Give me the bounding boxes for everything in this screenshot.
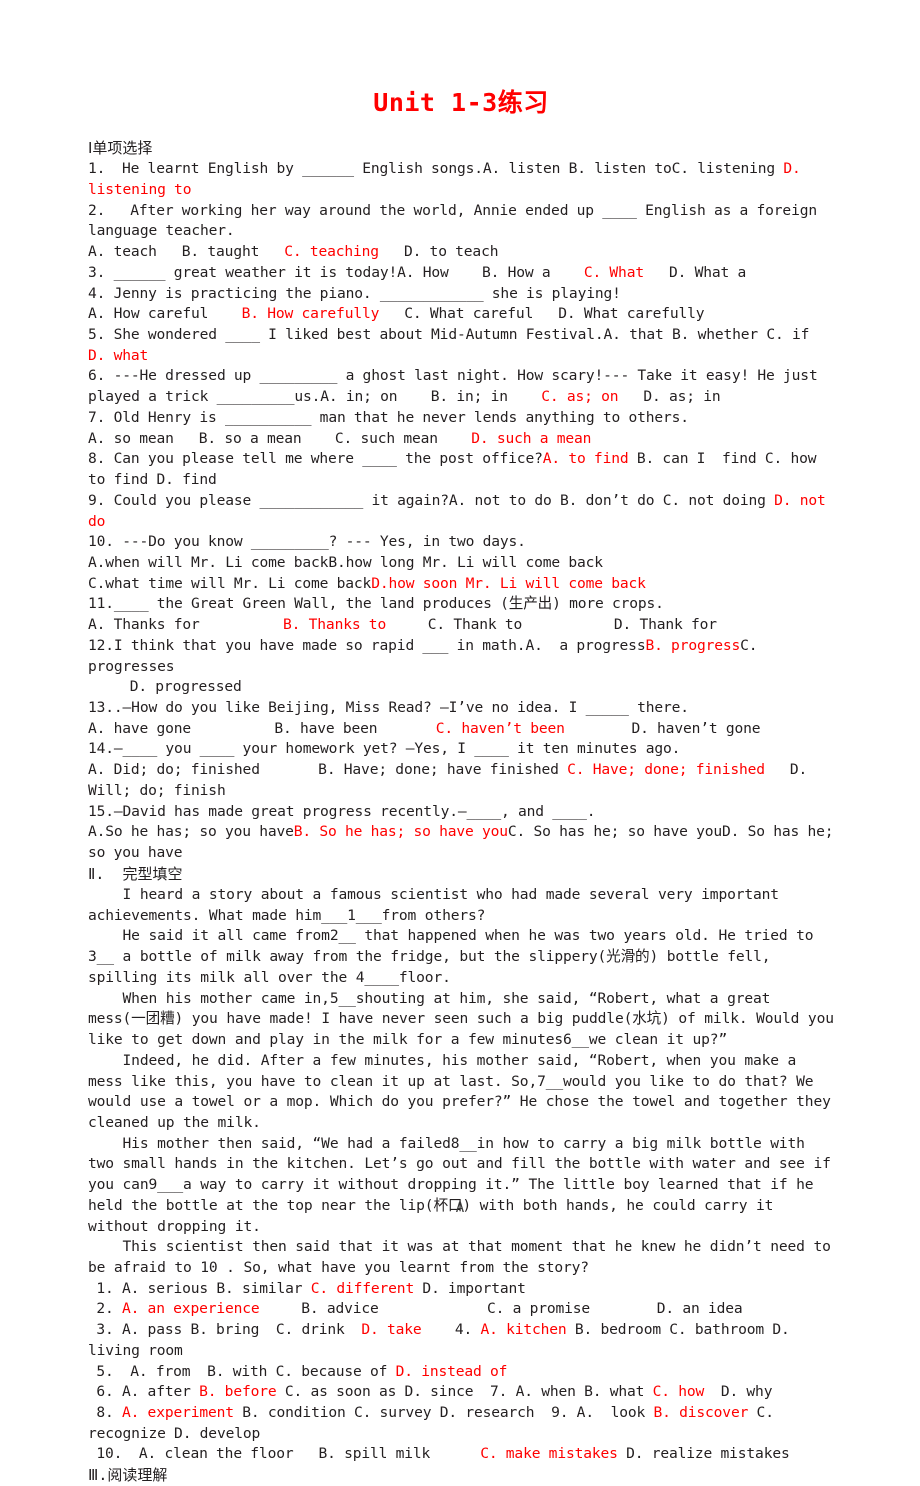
section-heading-cloze: Ⅱ. 完型填空 xyxy=(88,864,183,883)
cloze-option-5-answer: D. instead of xyxy=(395,1362,508,1380)
cloze-option-line-3: 3. A. pass B. bring C. drink D. take 4. … xyxy=(88,1320,834,1361)
cloze-option-8-mid: B. condition C. survey D. research 9. A.… xyxy=(233,1404,654,1421)
document-body: Ⅰ单项选择 1. He learnt English by ______ Eng… xyxy=(88,138,834,1486)
cloze-option-line-2: 2. A. an experience B. advice C. a promi… xyxy=(88,1299,834,1320)
cloze-option-7-answer: C. how xyxy=(652,1383,705,1401)
cloze-option-1-post: D. important xyxy=(414,1279,526,1297)
question-11-tail: C. Thank to D. Thank for xyxy=(386,616,717,634)
question-10: 10. ---Do you know _________? --- Yes, i… xyxy=(88,532,834,594)
page-title: Unit 1-3练习 xyxy=(373,88,549,117)
cloze-paragraph-4: Indeed, he did. After a few minutes, his… xyxy=(88,1051,840,1131)
question-11: 11.____ the Great Green Wall, the land p… xyxy=(88,594,834,635)
cloze-option-3-mid: 4. xyxy=(421,1321,481,1339)
question-3-answer: C. What xyxy=(583,263,644,281)
question-2-tail: D. to teach xyxy=(378,243,499,261)
question-7-answer: D. such a mean xyxy=(471,429,592,447)
cloze-paragraph-2: He said it all came from2__ that happene… xyxy=(88,927,831,986)
question-6: 6. ---He dressed up _________ a ghost la… xyxy=(88,366,834,407)
question-12-answer: B. progress xyxy=(645,636,741,654)
cloze-option-9-answer: B. discover xyxy=(653,1404,749,1421)
cloze-option-10-answer: C. make mistakes xyxy=(480,1445,618,1463)
question-3-stem: 3. ______ great weather it is today!A. H… xyxy=(88,263,584,281)
cloze-option-3-pre: 3. A. pass B. bring C. drink xyxy=(88,1321,362,1339)
question-6-answer: C. as; on xyxy=(541,388,619,406)
cloze-paragraph-6: This scientist then said that it was at … xyxy=(88,1238,840,1276)
cloze-option-line-4: 5. A. from B. with C. because of D. inst… xyxy=(88,1362,834,1383)
question-1-stem: 1. He learnt English by ______ English s… xyxy=(88,160,784,178)
question-7-stem: 7. Old Henry is __________ man that he n… xyxy=(88,408,689,447)
question-14: 14.—____ you ____ your homework yet? —Ye… xyxy=(88,739,834,801)
question-13-answer: C. haven’t been xyxy=(435,719,565,737)
question-11-answer: B. Thanks to xyxy=(283,616,387,634)
cloze-option-line-7: 10. A. clean the floor B. spill milk C. … xyxy=(88,1444,834,1465)
cloze-option-3-answer: D. take xyxy=(361,1321,422,1339)
question-12: 12.I think that you have made so rapid _… xyxy=(88,636,834,698)
cloze-option-6-mid: C. as soon as D. since 7. A. when B. wha… xyxy=(276,1383,653,1401)
question-8: 8. Can you please tell me where ____ the… xyxy=(88,449,834,490)
question-8-stem: 8. Can you please tell me where ____ the… xyxy=(88,450,543,468)
cloze-option-8-pre: 8. xyxy=(88,1404,122,1421)
cloze-option-6-answer: B. before xyxy=(199,1383,277,1401)
question-2-answer: C. teaching xyxy=(284,243,379,261)
question-6-tail: D. as; in xyxy=(618,388,721,406)
question-1: 1. He learnt English by ______ English s… xyxy=(88,159,834,200)
page-number-footer: A xyxy=(455,1200,465,1216)
question-5: 5. She wondered ____ I liked best about … xyxy=(88,325,834,366)
question-15-answer: B. So he has; so have you xyxy=(293,823,508,841)
cloze-option-10-post: D. realize mistakes xyxy=(617,1445,790,1463)
question-4-tail: C. What careful D. What carefully xyxy=(379,305,705,323)
question-9: 9. Could you please ____________ it agai… xyxy=(88,491,834,532)
cloze-option-8-answer: A. experiment xyxy=(121,1404,234,1421)
question-9-stem: 9. Could you please ____________ it agai… xyxy=(88,491,775,509)
cloze-option-1-pre: 1. A. serious B. similar xyxy=(88,1279,311,1297)
cloze-option-2-post: B. advice C. a promise D. an idea xyxy=(259,1300,743,1318)
cloze-option-5-pre: 5. A. from B. with C. because of xyxy=(88,1362,396,1380)
question-2: 2. After working her way around the worl… xyxy=(88,201,834,263)
question-3: 3. ______ great weather it is today!A. H… xyxy=(88,263,834,284)
section-heading-multiple-choice: Ⅰ单项选择 xyxy=(88,139,153,157)
question-7: 7. Old Henry is __________ man that he n… xyxy=(88,408,834,449)
question-5-stem: 5. She wondered ____ I liked best about … xyxy=(88,326,826,344)
question-15: 15.—David has made great progress recent… xyxy=(88,802,834,864)
section-heading-reading: Ⅲ.阅读理解 xyxy=(88,1466,168,1485)
question-4: 4. Jenny is practicing the piano. ______… xyxy=(88,284,834,325)
question-10-answer: D.how soon Mr. Li will come back xyxy=(371,574,646,592)
cloze-option-line-5: 6. A. after B. before C. as soon as D. s… xyxy=(88,1382,834,1403)
question-13-tail: D. haven’t gone xyxy=(564,719,761,737)
question-8-answer: A. to find xyxy=(542,450,629,468)
cloze-option-2-pre: 2. xyxy=(88,1300,122,1318)
cloze-paragraph-3: When his mother came in,5__shouting at h… xyxy=(88,989,843,1049)
cloze-option-line-6: 8. A. experiment B. condition C. survey … xyxy=(88,1403,834,1444)
cloze-option-4-answer: A. kitchen xyxy=(480,1321,567,1339)
cloze-option-1-answer: C. different xyxy=(310,1279,415,1297)
question-3-tail: D. What a xyxy=(643,263,747,281)
cloze-option-6-pre: 6. A. after xyxy=(88,1383,200,1401)
question-5-answer: D. what xyxy=(88,346,149,364)
cloze-paragraph-5: His mother then said, “We had a failed8_… xyxy=(88,1134,840,1235)
cloze-option-10-pre: 10. A. clean the floor B. spill milk xyxy=(88,1445,481,1463)
question-13: 13..—How do you like Beijing, Miss Read?… xyxy=(88,698,834,739)
cloze-option-line-1: 1. A. serious B. similar C. different D.… xyxy=(88,1279,834,1300)
question-14-answer: C. Have; done; finished xyxy=(567,761,765,779)
cloze-option-6-post: D. why xyxy=(704,1383,773,1401)
cloze-option-2-answer: A. an experience xyxy=(121,1300,260,1318)
cloze-paragraph-1: I heard a story about a famous scientist… xyxy=(88,886,788,924)
question-12-stem: 12.I think that you have made so rapid _… xyxy=(88,636,646,654)
worksheet-page: Unit 1-3练习 Ⅰ单项选择 1. He learnt English by… xyxy=(0,0,920,1484)
question-4-answer: B. How carefully xyxy=(241,305,380,323)
